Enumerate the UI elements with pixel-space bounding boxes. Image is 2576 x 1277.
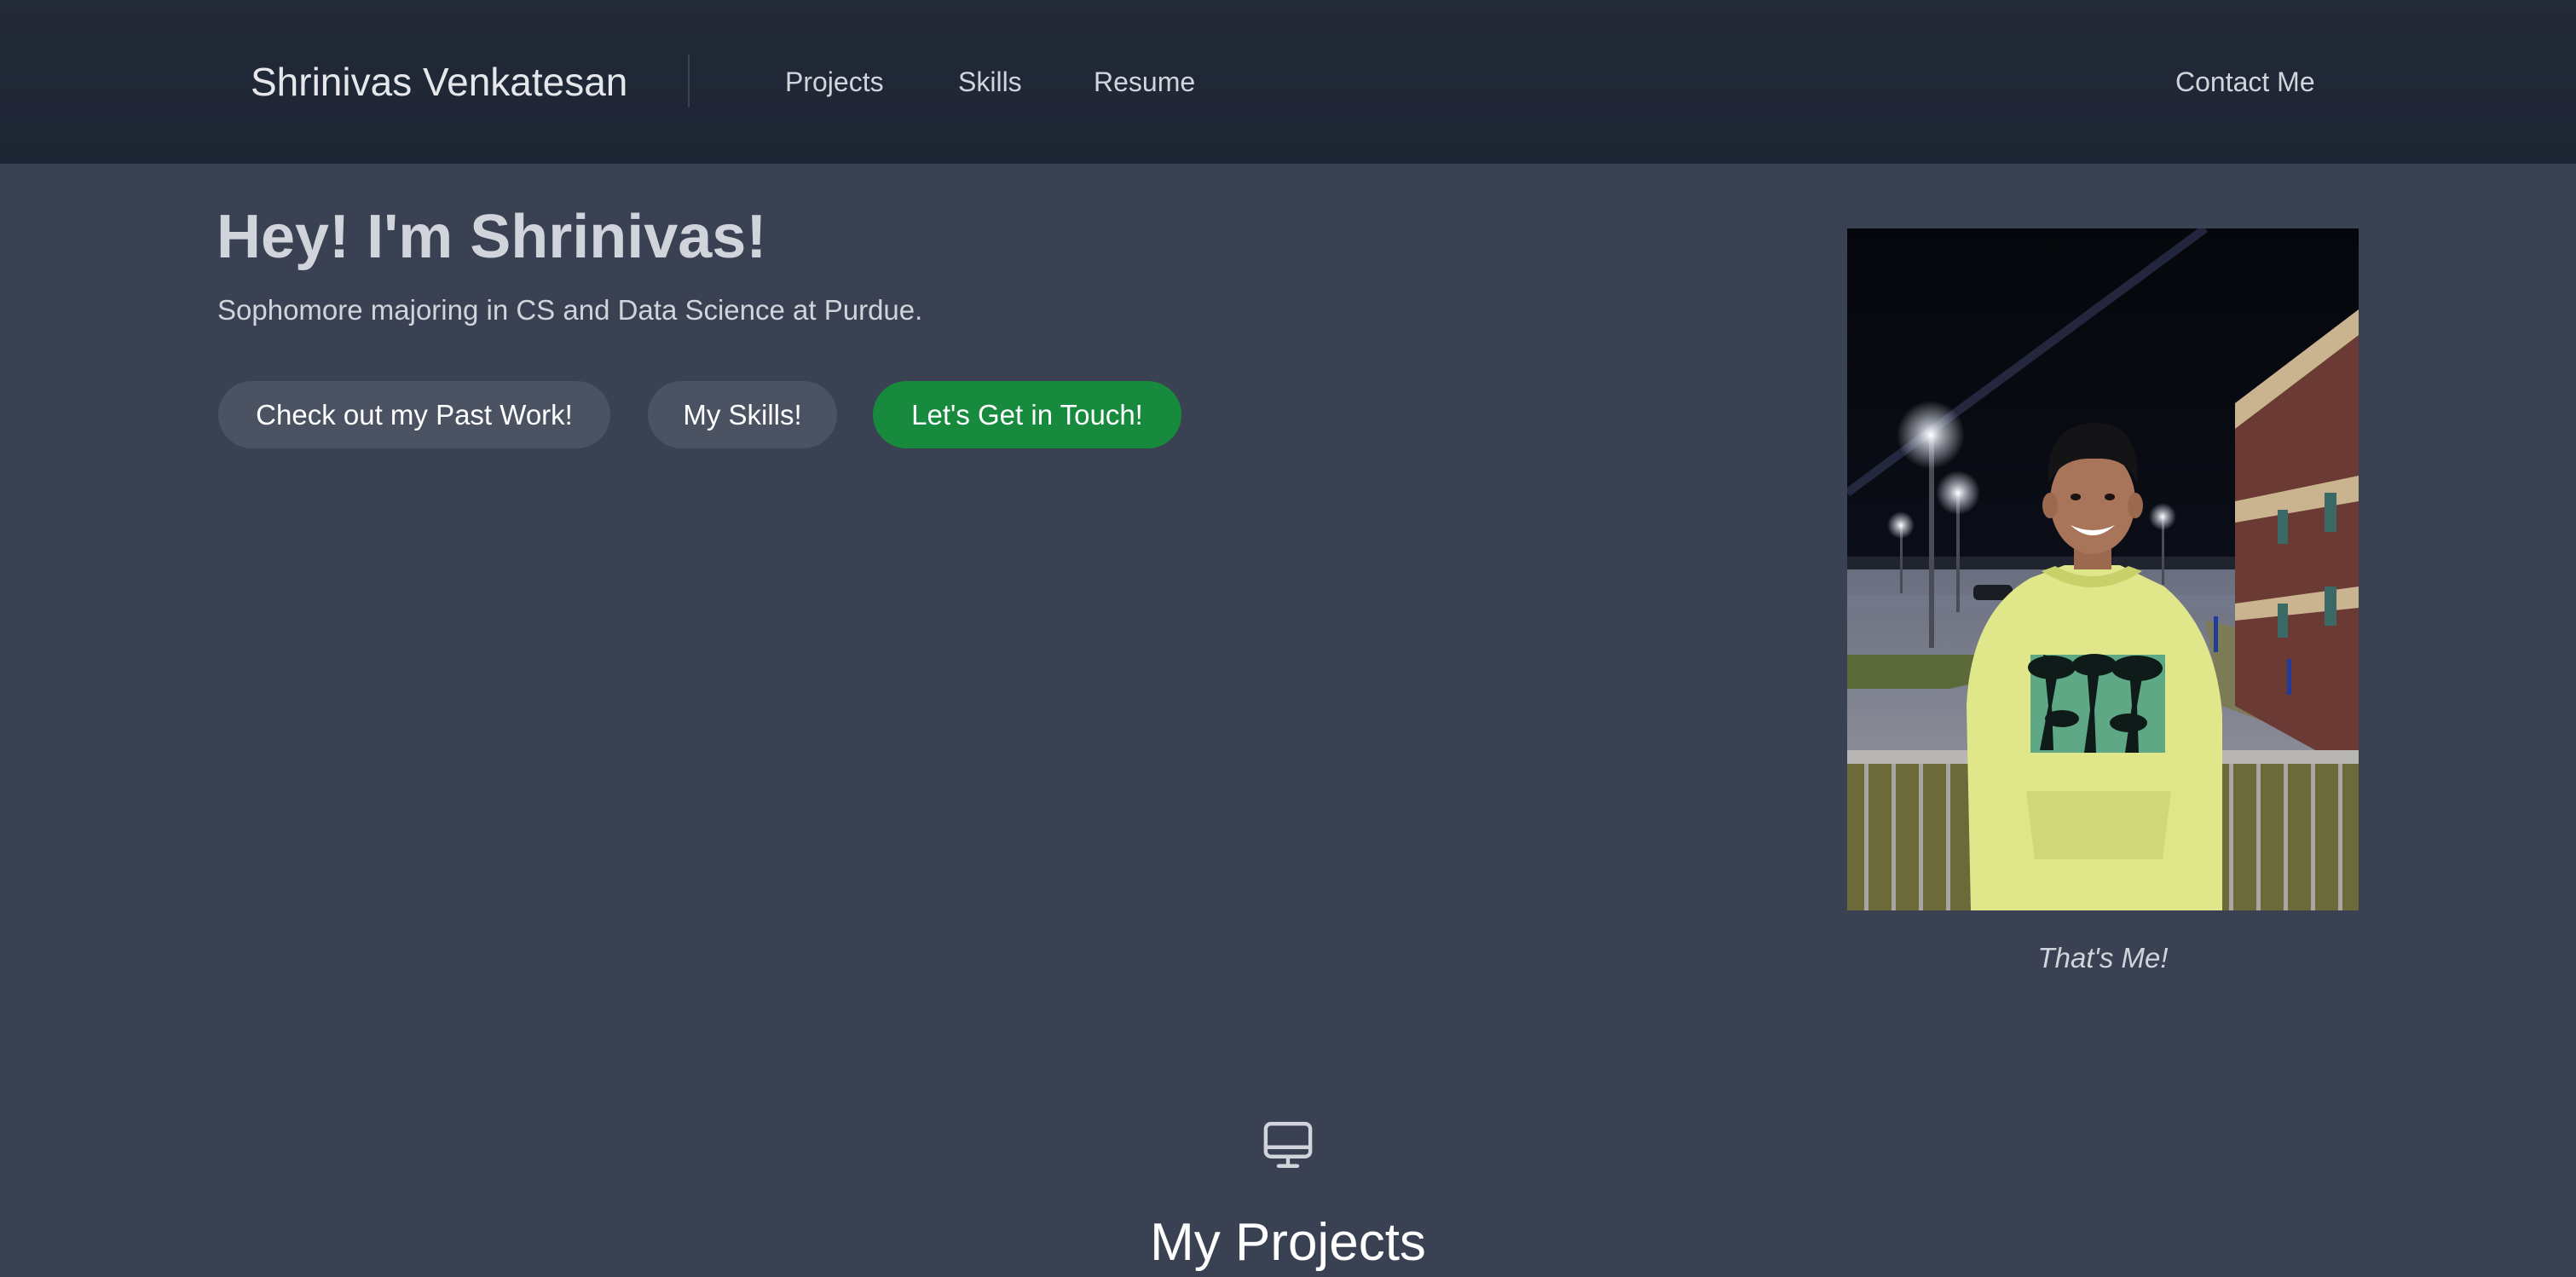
hero-subtitle: Sophomore majoring in CS and Data Scienc… bbox=[217, 294, 923, 326]
get-in-touch-button[interactable]: Let's Get in Touch! bbox=[873, 381, 1181, 448]
projects-section-title: My Projects bbox=[1150, 1213, 1426, 1272]
photo-caption: That's Me! bbox=[2037, 942, 2169, 974]
top-navbar: Shrinivas Venkatesan Projects Skills Res… bbox=[0, 0, 2576, 164]
nav-divider bbox=[688, 55, 690, 107]
profile-photo bbox=[1847, 228, 2359, 910]
nav-link-contact[interactable]: Contact Me bbox=[2175, 61, 2315, 102]
nav-link-projects[interactable]: Projects bbox=[785, 61, 884, 102]
monitor-icon bbox=[1263, 1122, 1313, 1168]
hero-title: Hey! I'm Shrinivas! bbox=[217, 203, 767, 271]
nav-link-skills[interactable]: Skills bbox=[958, 61, 1022, 102]
skills-button[interactable]: My Skills! bbox=[648, 381, 837, 448]
brand-link[interactable]: Shrinivas Venkatesan bbox=[251, 53, 627, 111]
nav-link-resume[interactable]: Resume bbox=[1094, 61, 1195, 102]
past-work-button[interactable]: Check out my Past Work! bbox=[218, 381, 610, 448]
